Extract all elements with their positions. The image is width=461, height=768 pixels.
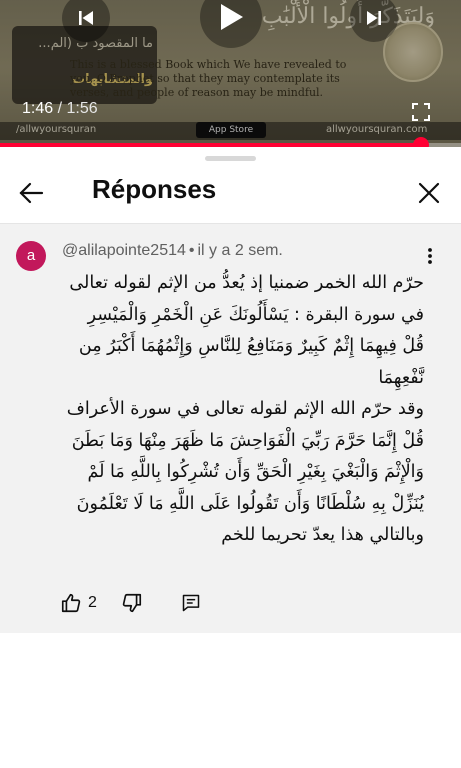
comment-author[interactable]: @alilapointe2514 <box>62 242 186 259</box>
video-duration: 1:56 <box>66 100 98 117</box>
comment-body: حرّم الله الخمر ضمنيا إذ يُعدُّ من الإثم… <box>56 268 424 552</box>
arrow-back-icon <box>19 182 44 204</box>
reply-comment-icon <box>182 594 200 612</box>
comment-line: وقد حرّم الله الإثم لقوله تعالى في سورة … <box>66 399 424 419</box>
comment-line: وبالتالي هذا يعدّ تحريما للخم <box>221 525 424 545</box>
comment-line: قُلْ إِنَّمَا حَرَّمَ رَبِّيَ الْفَوَاحِ… <box>71 430 424 451</box>
current-time: 1:46 <box>22 100 54 117</box>
more-vert-icon <box>428 248 432 264</box>
thumb-down-icon <box>122 593 141 613</box>
replies-sheet: Réponses a @alilapointe2514 • il y a 2 sem… <box>0 148 461 768</box>
like-count: 2 <box>88 594 97 611</box>
comment-line: وَالْإِثْمَ وَالْبَغْيَ بِغَيْرِ الْحَقِ… <box>87 462 424 482</box>
time-separator: / <box>53 100 67 117</box>
comment-line: يُنَزِّلْ بِهِ سُلْطَانًا وَأَن تَقُولُو… <box>76 493 424 514</box>
comment-card: a @alilapointe2514 • il y a 2 sem. حرّم ال… <box>0 224 461 633</box>
fullscreen-icon <box>412 103 430 121</box>
comment-line: حرّم الله الخمر ضمنيا إذ يُعدُّ من الإثم… <box>69 273 424 293</box>
thumb-up-icon <box>61 593 81 613</box>
comment-actions: 2 <box>60 590 201 616</box>
play-icon <box>221 4 243 30</box>
skip-next-icon <box>367 11 381 25</box>
comment-line: في سورة البقرة : يَسْأَلُونَكَ عَنِ الْخ… <box>87 304 424 325</box>
fullscreen-button[interactable] <box>412 103 430 121</box>
comment-line: قُلْ فِيهِمَا إِثْمٌ كَبِيرٌ وَمَنَافِعُ… <box>78 336 424 356</box>
sheet-title: Réponses <box>92 174 217 204</box>
back-button[interactable] <box>14 176 48 210</box>
comment-meta: @alilapointe2514 • il y a 2 sem. <box>62 242 283 260</box>
video-time-display: 1:46 / 1:56 <box>22 100 98 118</box>
sheet-drag-handle[interactable] <box>205 156 256 161</box>
comment-time: il y a 2 sem. <box>197 242 283 259</box>
avatar[interactable]: a <box>16 241 46 271</box>
comment-line: نَّفْعِهِمَا <box>378 367 424 388</box>
close-icon <box>418 182 440 204</box>
skip-previous-icon <box>79 11 93 25</box>
video-player[interactable]: ما المقصود ب (الم... والمتشابهات وَلِيَت… <box>0 0 461 147</box>
meta-dot: • <box>188 242 195 259</box>
reply-button[interactable] <box>181 593 201 613</box>
close-button[interactable] <box>412 176 446 210</box>
dislike-button[interactable] <box>121 592 143 614</box>
comment-more-button[interactable] <box>420 246 440 266</box>
like-button[interactable]: 2 <box>60 592 97 614</box>
progress-fill <box>0 143 422 147</box>
